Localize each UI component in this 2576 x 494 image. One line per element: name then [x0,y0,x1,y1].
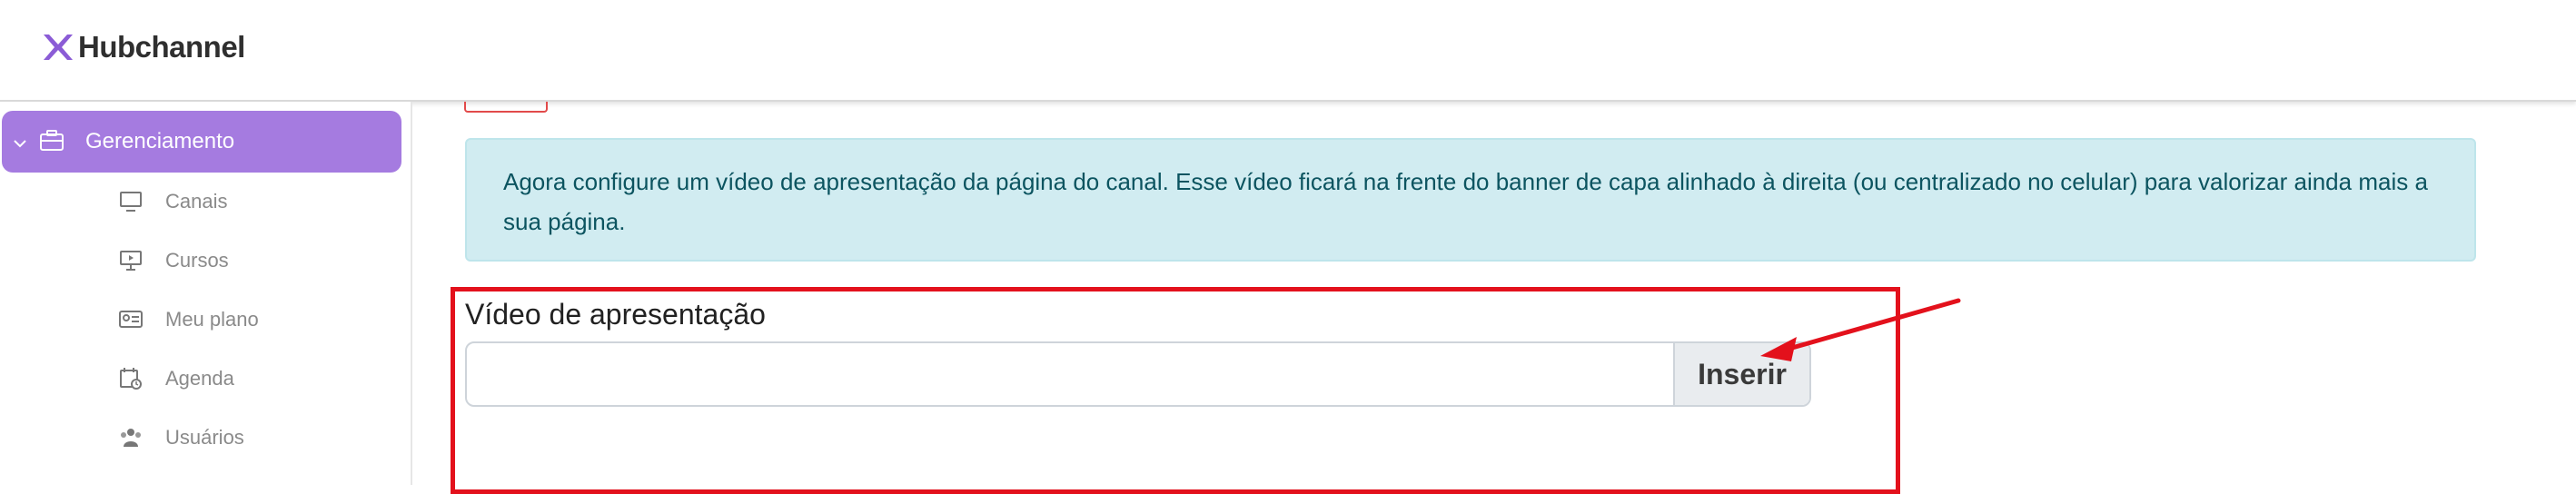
sidebar-item-usuarios[interactable]: Usuários [0,410,400,465]
previous-element-edge [464,102,548,113]
sidebar-item-cursos[interactable]: Cursos [0,233,400,288]
sidebar: Gerenciamento Canais Cursos Meu plano Ag… [0,102,412,485]
sidebar-item-meu-plano[interactable]: Meu plano [0,292,400,347]
top-header: Hubchannel [0,0,2576,102]
sidebar-item-gerenciamento[interactable]: Gerenciamento [2,111,401,173]
briefcase-icon [40,130,64,151]
main-content: Agora configure um vídeo de apresentação… [412,102,2576,494]
video-field-label: Vídeo de apresentação [465,298,766,331]
id-card-icon [119,311,143,328]
hubchannel-logo-icon [44,35,73,60]
info-alert: Agora configure um vídeo de apresentação… [465,138,2476,262]
brand-logo[interactable]: Hubchannel [40,22,245,73]
sidebar-item-canais[interactable]: Canais [0,174,400,229]
monitor-icon [120,192,142,212]
sidebar-item-agenda[interactable]: Agenda [0,351,400,406]
sidebar-item-label: Usuários [165,426,244,449]
sidebar-item-label: Canais [165,190,228,212]
sidebar-item-label: Meu plano [165,308,259,331]
sidebar-item-label: Cursos [165,249,229,272]
chevron-down-icon [14,140,26,148]
sidebar-item-label: Agenda [165,367,234,390]
insert-button[interactable]: Inserir [1673,343,1809,405]
video-url-input[interactable] [467,343,1673,405]
video-input-group: Inserir [465,341,1811,407]
calendar-clock-icon [120,368,142,390]
users-icon [121,429,141,447]
info-alert-text: Agora configure um vídeo de apresentação… [503,168,2428,235]
presentation-icon [120,251,142,271]
sidebar-item-label: Gerenciamento [85,129,235,153]
brand-name: Hubchannel [78,30,245,64]
